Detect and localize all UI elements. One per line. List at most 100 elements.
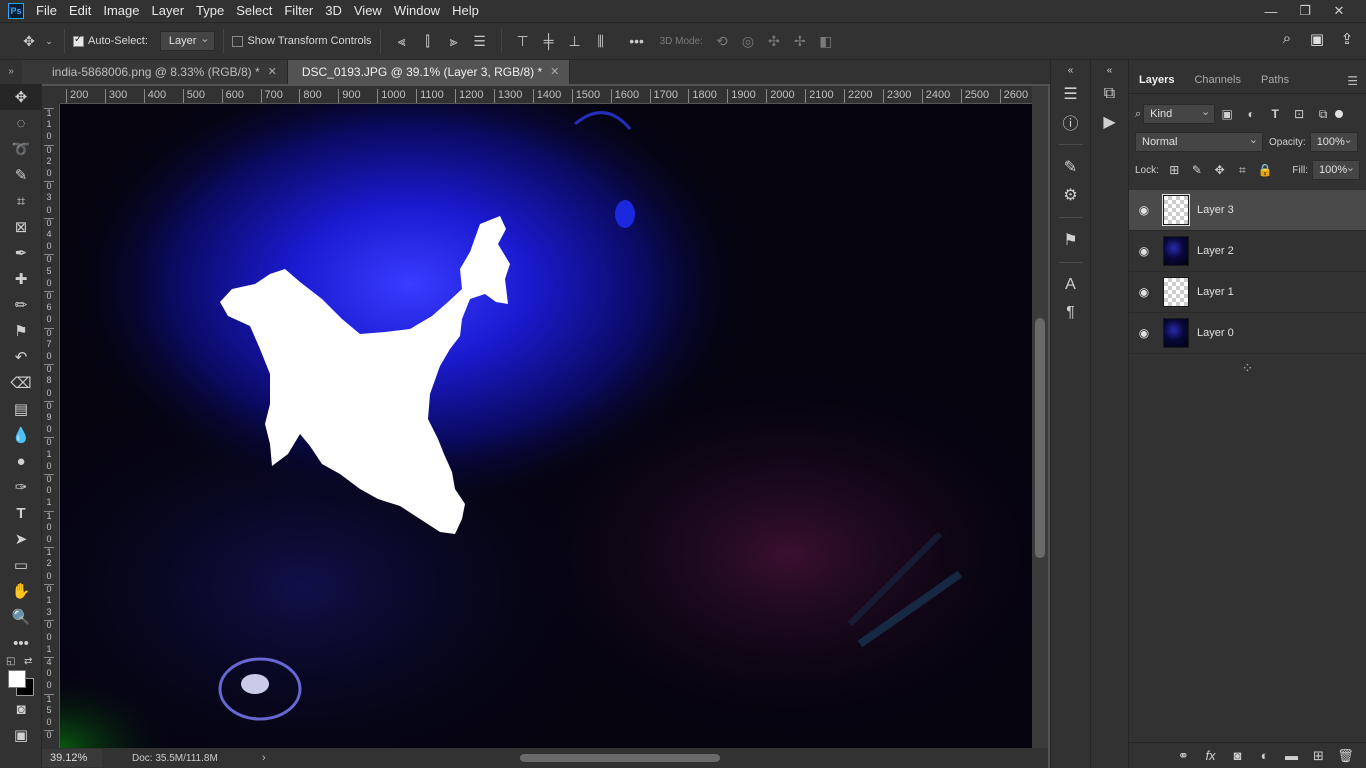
history-brush-tool-icon[interactable]: ↶ [0,344,42,370]
clone-source-icon[interactable]: ⚑ [1051,226,1090,254]
filter-pixel-icon[interactable]: ▣ [1215,107,1239,121]
layer-row-2[interactable]: ◉ Layer 2 [1129,231,1366,272]
status-menu-arrow-icon[interactable]: › [262,752,266,764]
default-colors-icon[interactable]: ◱ [6,656,15,667]
visibility-eye-icon[interactable]: ◉ [1129,203,1159,217]
clone-stamp-tool-icon[interactable]: ⚑ [0,318,42,344]
frame-tool-icon[interactable]: ⊠ [0,214,42,240]
move-tool-icon[interactable]: ✥ [0,84,42,110]
crop-tool-icon[interactable]: ⌗ [0,188,42,214]
path-selection-tool-icon[interactable]: ➤ [0,526,42,552]
layer-row-1[interactable]: ◉ Layer 1 [1129,272,1366,313]
search-icon[interactable]: ⌕ [1274,30,1300,48]
distribute-vertical-icon[interactable]: ☰ [467,33,493,50]
show-transform-checkbox[interactable] [232,35,244,47]
align-horizontal-center-icon[interactable]: ⫿ [415,33,441,50]
3d-slide-icon[interactable]: ✢ [787,33,813,50]
menu-file[interactable]: File [30,0,63,22]
collapse-panels-icon[interactable]: « [1091,60,1128,80]
lock-position-icon[interactable]: ✥ [1208,163,1231,177]
visibility-eye-icon[interactable]: ◉ [1129,285,1159,299]
auto-select-checkbox[interactable] [73,34,84,47]
healing-brush-tool-icon[interactable]: ✚ [0,266,42,292]
delete-layer-icon[interactable]: 🗑 [1332,748,1359,764]
layer-name[interactable]: Layer 1 [1197,286,1234,298]
align-right-icon[interactable]: ⫸ [441,33,467,50]
screen-mode-icon[interactable]: ▣ [0,722,42,748]
layer-row-3[interactable]: ◉ Layer 3 [1129,190,1366,231]
lasso-tool-icon[interactable]: ➰ [0,136,42,162]
layer-name[interactable]: Layer 3 [1197,204,1234,216]
lock-artboard-icon[interactable]: ⌗ [1231,163,1254,178]
layer-row-0[interactable]: ◉ Layer 0 [1129,313,1366,354]
zoom-tool-icon[interactable]: 🔍 [0,604,42,630]
menu-select[interactable]: Select [230,0,278,22]
tab-layers[interactable]: Layers [1129,69,1185,93]
tab-close-icon[interactable]: ✕ [550,60,559,84]
blend-mode-dropdown[interactable]: Normal [1135,131,1263,152]
blur-tool-icon[interactable]: 💧 [0,422,42,448]
menu-layer[interactable]: Layer [146,0,191,22]
menu-window[interactable]: Window [388,0,446,22]
horizontal-scroll-thumb[interactable] [520,754,720,762]
new-layer-icon[interactable]: ⊞ [1305,748,1332,764]
restore-button[interactable]: ❐ [1288,3,1322,19]
fill-field[interactable]: 100% [1311,159,1360,180]
3d-orbit-icon[interactable]: ⟲ [709,33,735,50]
swap-colors-icon[interactable]: ⇄ [24,656,32,667]
collapse-panels-icon[interactable]: « [1051,60,1090,80]
quick-mask-icon[interactable]: ◙ [0,696,42,722]
menu-3d[interactable]: 3D [319,0,348,22]
menu-type[interactable]: Type [190,0,230,22]
3d-scale-icon[interactable]: ◧ [813,33,839,50]
filter-adjustment-icon[interactable]: ◐ [1239,107,1263,121]
marquee-tool-icon[interactable]: ◌ [0,110,42,136]
adjustments-icon[interactable]: ☰ [1051,80,1090,108]
menu-help[interactable]: Help [446,0,485,22]
3d-roll-icon[interactable]: ◎ [735,33,761,50]
vertical-scroll-thumb[interactable] [1035,318,1045,558]
filter-shape-icon[interactable]: ⊡ [1287,107,1311,121]
eyedropper-tool-icon[interactable]: ✒ [0,240,42,266]
new-adjustment-layer-icon[interactable]: ◐ [1251,748,1278,763]
character-icon[interactable]: A [1051,271,1090,299]
quick-selection-tool-icon[interactable]: ✎ [0,162,42,188]
layer-name[interactable]: Layer 2 [1197,245,1234,257]
menu-image[interactable]: Image [97,0,145,22]
align-left-icon[interactable]: ⫷ [389,33,415,50]
more-options-button[interactable]: ••• [624,33,650,49]
panel-menu-icon[interactable]: ☰ [1347,74,1358,88]
add-mask-icon[interactable]: ◙ [1224,748,1251,763]
tab-paths[interactable]: Paths [1251,69,1299,93]
distribute-horizontal-icon[interactable]: ⫼ [588,33,614,50]
info-icon[interactable]: ⓘ [1051,108,1090,136]
menu-view[interactable]: View [348,0,388,22]
share-icon[interactable]: ⇪ [1334,30,1360,48]
pen-tool-icon[interactable]: ✑ [0,474,42,500]
visibility-eye-icon[interactable]: ◉ [1129,244,1159,258]
move-tool-icon[interactable]: ✥ [16,33,42,50]
tab-channels[interactable]: Channels [1184,69,1250,93]
opacity-field[interactable]: 100% [1309,131,1358,152]
filter-kind-dropdown[interactable]: Kind [1143,103,1216,124]
foreground-color-swatch[interactable] [8,670,26,688]
menu-filter[interactable]: Filter [278,0,319,22]
tool-preset-chevron-icon[interactable]: ⌄ [42,36,56,47]
layer-name[interactable]: Layer 0 [1197,327,1234,339]
tab-dsc-jpg[interactable]: DSC_0193.JPG @ 39.1% (Layer 3, RGB/8) * … [287,60,571,84]
edit-toolbar-icon[interactable]: ••• [0,630,42,656]
3d-pan-icon[interactable]: ✣ [761,33,787,50]
align-bottom-icon[interactable]: ⊥ [562,33,588,50]
paragraph-icon[interactable]: ¶ [1051,299,1090,327]
visibility-eye-icon[interactable]: ◉ [1129,326,1159,340]
new-group-icon[interactable]: ▬ [1278,748,1305,763]
lock-all-icon[interactable]: 🔒 [1254,163,1277,177]
link-layers-icon[interactable]: ⚭ [1170,748,1197,764]
filter-toggle-icon[interactable] [1335,110,1344,118]
eraser-tool-icon[interactable]: ⌫ [0,370,42,396]
gradient-tool-icon[interactable]: ▤ [0,396,42,422]
type-tool-icon[interactable]: T [0,500,42,526]
close-button[interactable]: ✕ [1322,3,1356,19]
actions-play-icon[interactable]: ▶ [1091,108,1128,136]
document-canvas[interactable] [60,104,1032,748]
